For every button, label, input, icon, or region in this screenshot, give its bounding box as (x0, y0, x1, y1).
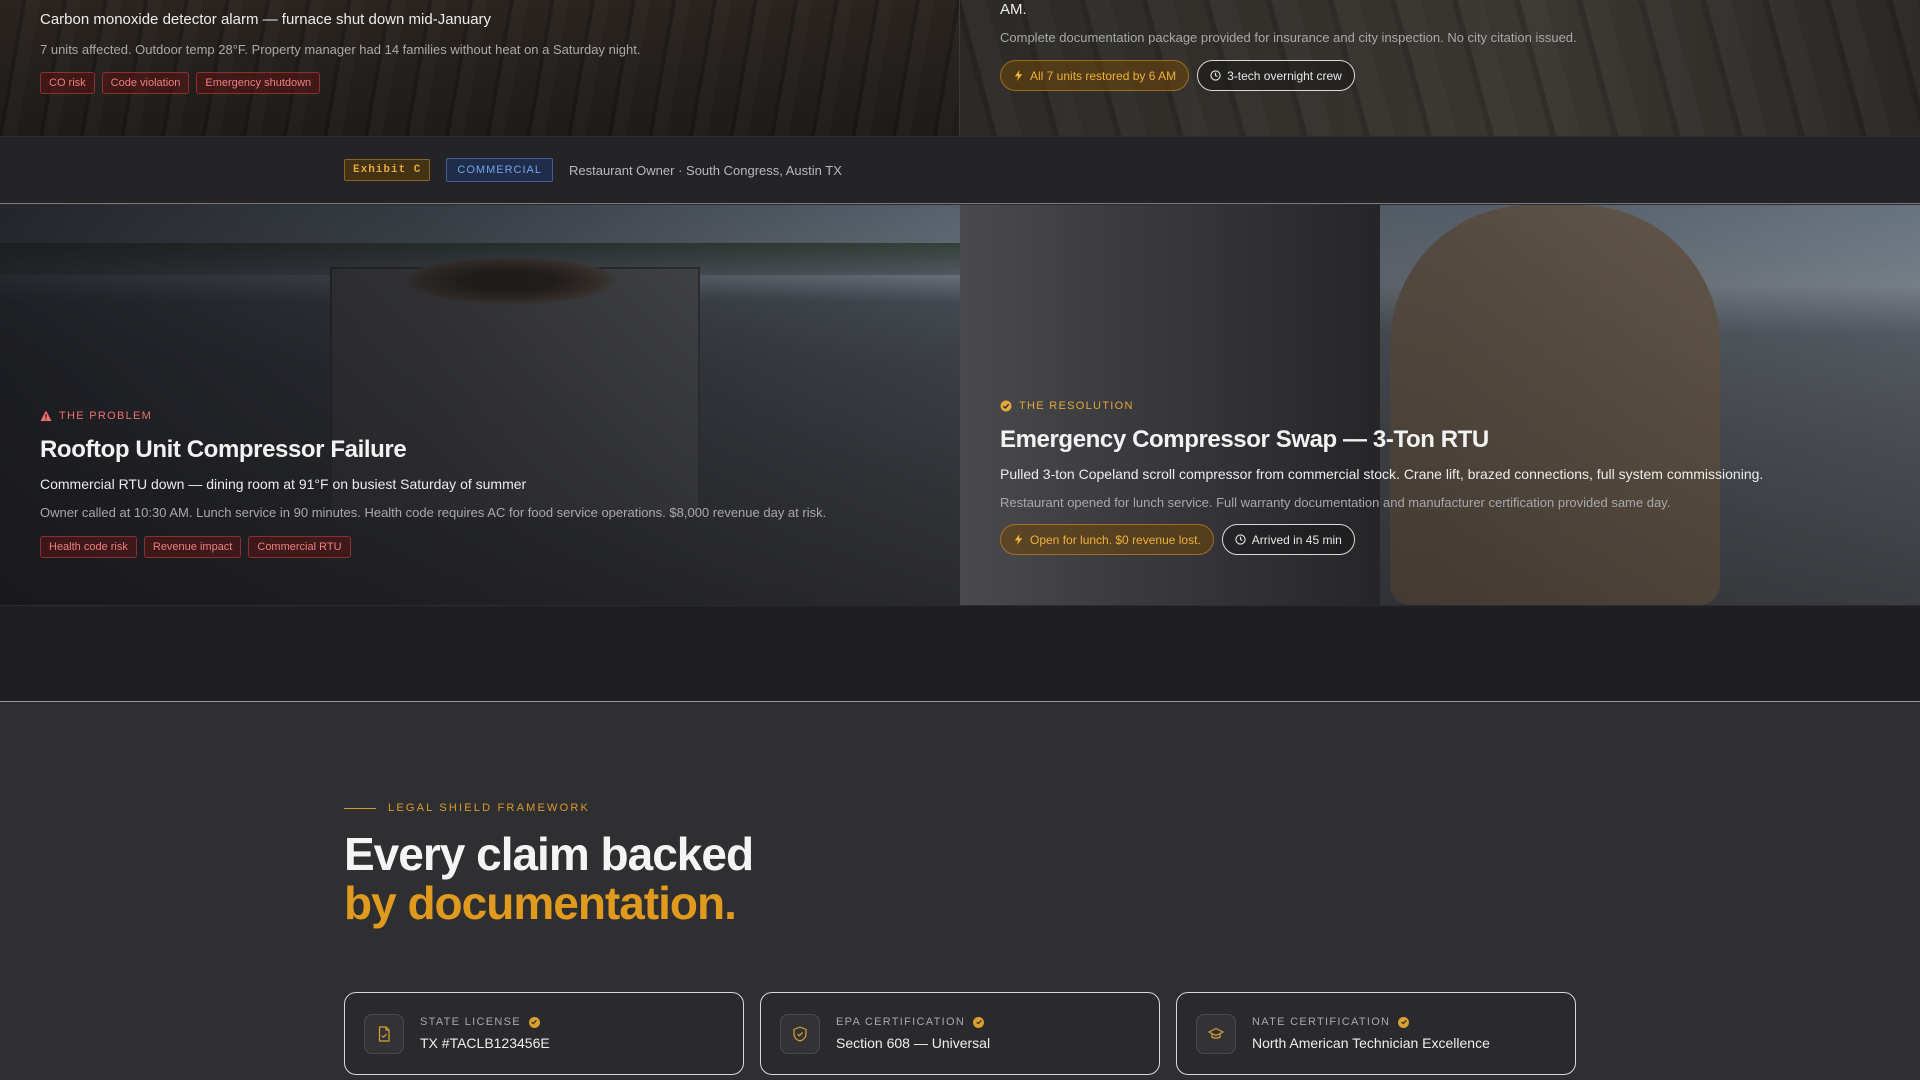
cert-value: North American Technician Excellence (1252, 1035, 1490, 1051)
exhibit-badge: Exhibit C (344, 159, 431, 181)
exhibit-c-resolution-panel: THE RESOLUTION Emergency Compressor Swap… (960, 205, 1920, 605)
verified-icon (528, 1016, 540, 1028)
resolution-label-text: THE RESOLUTION (1019, 400, 1134, 412)
file-check-icon (378, 1025, 390, 1042)
problem-label: THE PROBLEM (40, 410, 826, 422)
time-pill-label: Arrived in 45 min (1251, 532, 1342, 547)
resolution-label: THE RESOLUTION (1000, 400, 1763, 412)
section-eyebrow: LEGAL SHIELD FRAMEWORK (344, 802, 590, 814)
cert-card-epa: EPA CERTIFICATION Section 608 — Universa… (760, 992, 1160, 1075)
case-b-problem-panel: Carbon monoxide detector alarm — furnace… (0, 0, 960, 136)
outcome-pill-label: All 7 units restored by 6 AM (1030, 68, 1177, 83)
case-b-section: Carbon monoxide detector alarm — furnace… (0, 0, 1920, 136)
cert-label: STATE LICENSE (420, 1016, 550, 1028)
outcome-pill: All 7 units restored by 6 AM (1000, 60, 1190, 91)
cert-icon-box (364, 1013, 404, 1054)
section-title: Every claim backed by documentation. (344, 828, 754, 929)
cert-icon-box (1196, 1013, 1236, 1054)
verified-icon (973, 1016, 985, 1028)
exhibit-c-case: THE PROBLEM Rooftop Unit Compressor Fail… (0, 205, 1920, 605)
cert-value: Section 608 — Universal (836, 1035, 991, 1051)
case-b-resolution-headline: AM. (1000, 1, 1027, 18)
tag-code-violation: Code violation (101, 72, 190, 94)
cert-value: TX #TACLB123456E (420, 1035, 550, 1051)
case-b-resolution-panel: AM. Complete documentation package provi… (960, 0, 1920, 136)
resolution-pills: Open for lunch. $0 revenue lost. Arrived… (1000, 524, 1763, 555)
time-pill: 3-tech overnight crew (1197, 60, 1355, 91)
problem-label-text: THE PROBLEM (59, 410, 153, 422)
cert-label: EPA CERTIFICATION (836, 1016, 990, 1028)
cert-label: NATE CERTIFICATION (1252, 1016, 1490, 1028)
problem-title: Rooftop Unit Compressor Failure (40, 436, 407, 463)
outcome-pill-label: Open for lunch. $0 revenue lost. (1030, 532, 1201, 547)
shield-check-icon (793, 1025, 807, 1042)
cert-card-nate: NATE CERTIFICATION North American Techni… (1176, 992, 1576, 1075)
problem-detail: Owner called at 10:30 AM. Lunch service … (40, 505, 827, 520)
resolution-detail: Restaurant opened for lunch service. Ful… (1000, 495, 1671, 510)
tag-revenue-impact: Revenue impact (143, 536, 242, 558)
check-circle-icon (1000, 400, 1012, 412)
problem-headline: Commercial RTU down — dining room at 91°… (40, 476, 527, 492)
legal-shield-section: LEGAL SHIELD FRAMEWORK Every claim backe… (0, 703, 1920, 1080)
outcome-pill: Open for lunch. $0 revenue lost. (1000, 524, 1214, 555)
section-title-line1: Every claim backed (344, 828, 754, 880)
eyebrow-line (344, 807, 376, 809)
clock-icon (1235, 534, 1246, 545)
case-b-resolution-detail: Complete documentation package provided … (1000, 30, 1577, 45)
lightning-icon (1014, 70, 1023, 81)
graduation-cap-icon (1208, 1027, 1224, 1039)
warning-icon (40, 410, 52, 421)
eyebrow-text: LEGAL SHIELD FRAMEWORK (388, 802, 591, 814)
case-b-problem-detail: 7 units affected. Outdoor temp 28°F. Pro… (40, 42, 641, 57)
problem-tags: Health code risk Revenue impact Commerci… (40, 536, 826, 558)
time-pill-label: 3-tech overnight crew (1227, 68, 1342, 83)
verified-icon (1398, 1016, 1410, 1028)
tag-commercial-rtu: Commercial RTU (248, 536, 351, 558)
exhibit-c-header: Exhibit C COMMERCIAL Restaurant Owner · … (0, 137, 1920, 204)
cert-icon-box (780, 1013, 820, 1054)
time-pill: Arrived in 45 min (1221, 524, 1355, 555)
resolution-headline: Pulled 3-ton Copeland scroll compressor … (1000, 466, 1764, 482)
exhibit-c-problem-panel: THE PROBLEM Rooftop Unit Compressor Fail… (0, 205, 960, 605)
section-divider (0, 606, 1920, 702)
resolution-title: Emergency Compressor Swap — 3-Ton RTU (1000, 426, 1489, 453)
cert-card-state-license: STATE LICENSE TX #TACLB123456E (344, 992, 744, 1075)
cert-label-text: EPA CERTIFICATION (836, 1016, 966, 1028)
client-label: Restaurant Owner · South Congress, Austi… (568, 162, 842, 178)
cert-label-text: STATE LICENSE (420, 1016, 521, 1028)
tag-co-risk: CO risk (40, 72, 95, 94)
case-b-resolution-pills: All 7 units restored by 6 AM 3-tech over… (1000, 60, 1577, 91)
cert-label-text: NATE CERTIFICATION (1252, 1016, 1391, 1028)
case-b-problem-headline: Carbon monoxide detector alarm — furnace… (40, 11, 492, 28)
case-b-problem-tags: CO risk Code violation Emergency shutdow… (40, 72, 640, 94)
category-badge: COMMERCIAL (446, 158, 553, 182)
clock-icon (1210, 70, 1221, 81)
tag-health-code-risk: Health code risk (40, 536, 137, 558)
cert-cards: STATE LICENSE TX #TACLB123456E EPA CERTI… (344, 992, 1576, 1075)
tag-emergency-shutdown: Emergency shutdown (196, 72, 321, 94)
section-title-line2: by documentation. (344, 877, 737, 929)
lightning-icon (1014, 534, 1023, 545)
